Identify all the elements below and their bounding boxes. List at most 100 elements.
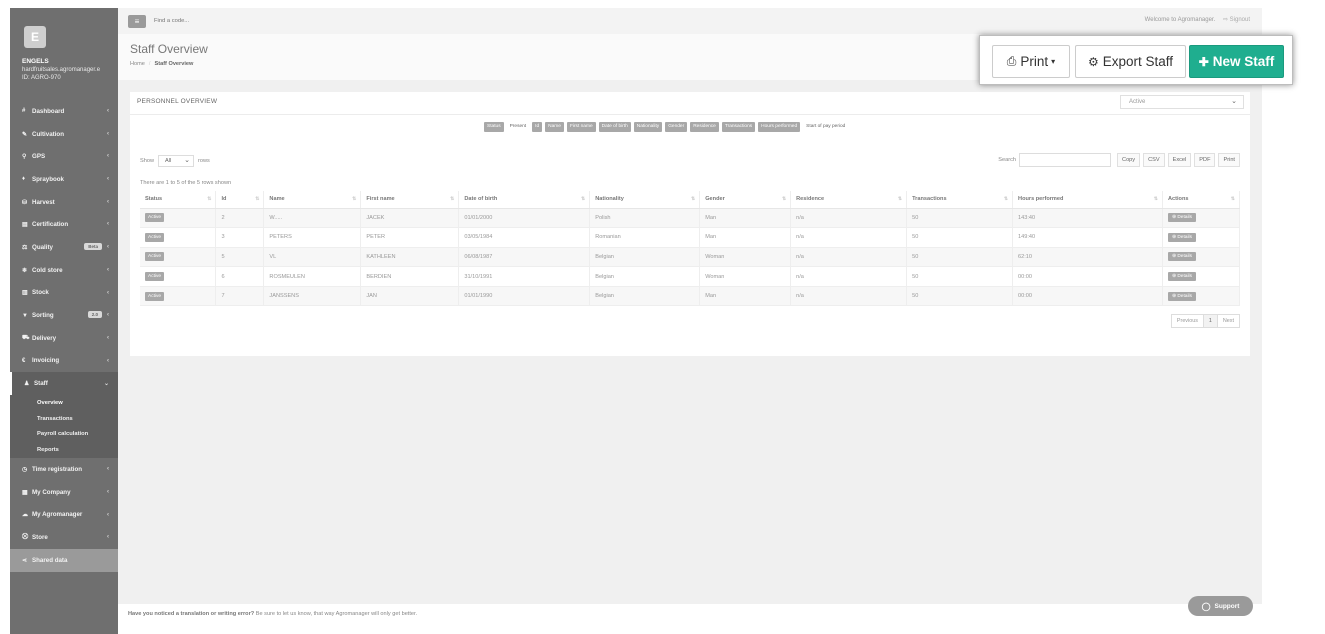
details-button[interactable]: ⊕ Details (1167, 232, 1196, 242)
sidebar-item-cold-store[interactable]: ❄ Cold store ‹ (10, 259, 118, 282)
export-staff-button[interactable]: ⚙ Export Staff (1075, 45, 1186, 78)
table-row[interactable]: Active 6 ROSMEULEN BERDIEN 31/10/1991 Belgian… (140, 266, 1241, 287)
column-toggle-present[interactable]: Present (506, 122, 530, 132)
column-toggle-nationality[interactable]: Nationality (633, 122, 663, 132)
sidebar-item-shared-data[interactable]: ⋖ Shared data (10, 548, 118, 572)
rows-per-page-value: All (165, 158, 172, 164)
column-toggle-residence[interactable]: Residence (690, 122, 719, 132)
column-toggle-first-name[interactable]: First name (566, 122, 596, 132)
user-info: ENGELS hardfruitsales.agromanager.e ID: … (22, 58, 118, 82)
column-header-hours-performed[interactable]: Hours performed ⇅ (1012, 191, 1163, 209)
menu-toggle-icon[interactable]: ≡ (128, 15, 146, 28)
column-header-residence[interactable]: Residence ⇅ (790, 191, 908, 209)
details-button[interactable]: ⊕ Details (1167, 213, 1196, 223)
page-title: Staff Overview (130, 42, 208, 56)
table-search-input[interactable] (1019, 153, 1112, 167)
find-code-input[interactable] (154, 18, 294, 24)
new-staff-button[interactable]: ✚ New Staff (1189, 45, 1284, 78)
sidebar-item-cultivation[interactable]: ✎ Cultivation ‹ (10, 123, 118, 146)
column-toggle-start-of-pay-period[interactable]: Start of pay period (803, 122, 849, 132)
subnav-item-transactions[interactable]: Transactions (10, 411, 118, 427)
details-button[interactable]: ⊕ Details (1167, 291, 1196, 301)
details-button[interactable]: ⊕ Details (1167, 272, 1196, 282)
sidebar-item-spraybook[interactable]: ♦ Spraybook ‹ (10, 168, 118, 191)
sidebar-item-staff[interactable]: ♟ Staff ⌄ (10, 372, 118, 395)
breadcrumb-current: Staff Overview (154, 61, 194, 67)
column-header-id[interactable]: Id ⇅ (215, 191, 265, 209)
column-header-name[interactable]: Name ⇅ (263, 191, 362, 209)
sidebar-item-store[interactable]: ⛒ Store ‹ (10, 526, 118, 549)
column-header-actions[interactable]: Actions ⇅ (1162, 191, 1241, 209)
column-toggle-status[interactable]: Status (484, 122, 504, 132)
sort-icon: ⇅ (255, 196, 260, 202)
gps-icon: ⚲ (22, 154, 27, 161)
my-company-icon: ▦ (22, 489, 28, 496)
print-button[interactable]: ⎙ Print ▾ (992, 45, 1070, 78)
sidebar-item-stock[interactable]: ▥ Stock ‹ (10, 282, 118, 305)
gears-icon: ⚙ (1087, 54, 1099, 69)
details-button[interactable]: ⊕ Details (1167, 252, 1196, 262)
column-toggle-id[interactable]: Id (532, 122, 543, 132)
column-header-status[interactable]: Status ⇅ (140, 191, 217, 209)
column-toggle-hours-performed[interactable]: Hours performed (758, 122, 801, 132)
rows-per-page-select[interactable]: All ⌄ (158, 155, 194, 167)
pager-previous[interactable]: Previous (1172, 315, 1204, 327)
status-filter-select[interactable]: Active ⌄ (1120, 95, 1244, 109)
column-toggle-gender[interactable]: Gender (665, 122, 688, 132)
sidebar-item-label: Stock (32, 289, 49, 297)
copy-export-button[interactable]: Copy (1117, 153, 1141, 167)
table-row[interactable]: Active 5 VL KATHLEEN 06/08/1987 Belgian Woman n… (140, 247, 1241, 268)
column-header-date-of-birth[interactable]: Date of birth ⇅ (458, 191, 591, 209)
sidebar-item-gps[interactable]: ⚲ GPS ‹ (10, 145, 118, 168)
sidebar-item-label: GPS (32, 153, 46, 161)
cell-hours: 00:00 (1012, 266, 1163, 287)
sidebar-item-sorting[interactable]: ▼ Sorting 2.0 ‹ (10, 304, 118, 327)
column-header-first-name[interactable]: First name ⇅ (360, 191, 460, 209)
column-header-label: Id (221, 196, 227, 203)
sidebar-item-my-agromanager[interactable]: ☁ My Agromanager ‹ (10, 504, 118, 527)
sidebar-item-time-registration[interactable]: ◷ Time registration ‹ (10, 458, 118, 481)
breadcrumb-home[interactable]: Home (130, 61, 145, 67)
table-row[interactable]: Active 7 JANSSENS JAN 01/01/1990 Belgian Man n/… (140, 286, 1241, 307)
column-header-label: Nationality (595, 196, 624, 203)
company-logo[interactable]: E (24, 26, 46, 48)
export-label: Export Staff (1102, 54, 1174, 69)
signout-link[interactable]: ⇨ Signout (1223, 17, 1250, 23)
quality-icon: ⚖ (22, 244, 28, 251)
subnav-item-reports[interactable]: Reports (10, 442, 118, 458)
column-header-gender[interactable]: Gender ⇅ (699, 191, 792, 209)
sidebar-item-delivery[interactable]: ⛟ Delivery ‹ (10, 327, 118, 350)
print-export-button[interactable]: Print (1218, 153, 1240, 167)
table-row[interactable]: Active 2 W..... JACEK 01/01/2000 Polish Man n/a… (140, 208, 1241, 229)
column-toggle-name[interactable]: Name (545, 122, 564, 132)
pager-page[interactable]: 1 (1203, 315, 1218, 327)
pdf-export-button[interactable]: PDF (1194, 153, 1216, 167)
column-header-nationality[interactable]: Nationality ⇅ (589, 191, 701, 209)
column-toggle-date-of-birth[interactable]: Date of birth (598, 122, 631, 132)
stock-icon: ▥ (22, 290, 28, 297)
subnav-item-payroll-calculation[interactable]: Payroll calculation (10, 427, 118, 443)
status-badge: Active (145, 213, 165, 223)
pager-next[interactable]: Next (1218, 315, 1239, 327)
column-header-transactions[interactable]: Transactions ⇅ (906, 191, 1014, 209)
column-toggle-transactions[interactable]: Transactions (721, 122, 756, 132)
printer-icon: ⎙ (1006, 54, 1017, 68)
column-header-label: Name (269, 196, 285, 203)
sidebar-item-certification[interactable]: ▤ Certification ‹ (10, 213, 118, 236)
sidebar-item-dashboard[interactable]: # Dashboard ‹ (10, 100, 118, 123)
table-row[interactable]: Active 3 PETERS PETER 03/05/1984 Romanian Man n… (140, 227, 1241, 248)
sidebar-item-quality[interactable]: ⚖ Quality Beta ‹ (10, 236, 118, 259)
subnav-item-overview[interactable]: Overview (10, 395, 118, 411)
my-agromanager-icon: ☁ (22, 512, 28, 519)
sidebar-item-label: Staff (34, 380, 48, 388)
sidebar-item-my-company[interactable]: ▦ My Company ‹ (10, 481, 118, 504)
excel-export-button[interactable]: Excel (1167, 153, 1192, 167)
cell-residence: n/a (790, 286, 908, 307)
sidebar-item-label: Cultivation (32, 130, 64, 138)
sidebar-item-harvest[interactable]: ⛁ Harvest ‹ (10, 191, 118, 214)
csv-export-button[interactable]: CSV (1143, 153, 1165, 167)
support-button[interactable]: ◯ Support (1188, 596, 1253, 616)
table-body: Active 2 W..... JACEK 01/01/2000 Polish Man n/a… (140, 208, 1241, 307)
sidebar-item-invoicing[interactable]: € Invoicing ‹ (10, 350, 118, 373)
cell-dob: 01/01/1990 (458, 286, 591, 307)
